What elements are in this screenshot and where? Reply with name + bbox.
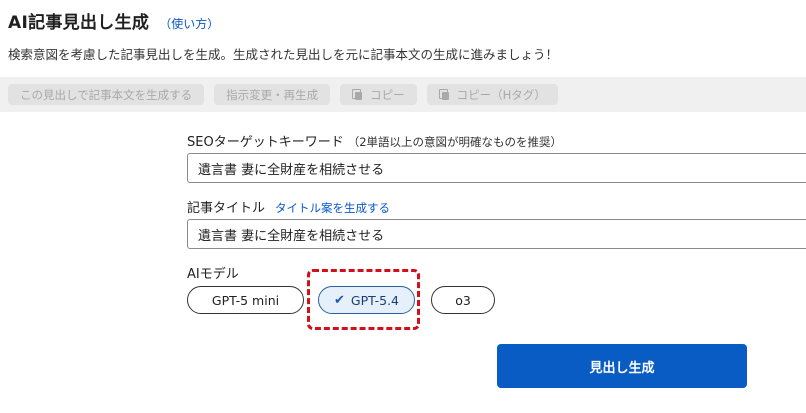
keyword-label: SEOターゲットキーワード xyxy=(187,135,344,150)
title-label-row: 記事タイトル タイトル案を生成する xyxy=(187,197,390,216)
copy-htag-button[interactable]: コピー（Hタグ） xyxy=(426,84,558,105)
title-value: 遺言書 妻に全財産を相続させる xyxy=(198,228,385,244)
help-link[interactable]: （使い方） xyxy=(159,15,219,32)
title-label: 記事タイトル xyxy=(187,201,266,216)
page-description: 検索意図を考慮した記事見出しを生成。生成された見出しを元に記事本文の生成に進みま… xyxy=(8,47,559,62)
title-input[interactable]: 遺言書 妻に全財産を相続させる xyxy=(187,219,806,249)
generate-body-label: この見出しで記事本文を生成する xyxy=(20,87,193,102)
model-option-gpt-5-4[interactable]: ✔ GPT-5.4 xyxy=(318,286,415,314)
page: AI記事見出し生成 （使い方） 検索意図を考慮した記事見出しを生成。生成された見… xyxy=(0,0,806,413)
copy-htag-label: コピー（Hタグ） xyxy=(456,87,546,102)
copy-icon xyxy=(438,89,449,100)
regenerate-label: 指示変更・再生成 xyxy=(226,87,319,102)
check-icon: ✔ xyxy=(333,292,345,308)
generate-body-button[interactable]: この見出しで記事本文を生成する xyxy=(8,84,205,105)
regenerate-button[interactable]: 指示変更・再生成 xyxy=(214,84,331,105)
model-option-label: o3 xyxy=(455,292,471,308)
keyword-input[interactable]: 遺言書 妻に全財産を相続させる xyxy=(187,153,806,183)
copy-button[interactable]: コピー xyxy=(340,84,417,105)
model-option-label: GPT-5.4 xyxy=(350,292,399,308)
toolbar: この見出しで記事本文を生成する 指示変更・再生成 コピー コピー（Hタグ） xyxy=(0,77,806,112)
generate-title-link[interactable]: タイトル案を生成する xyxy=(275,201,390,215)
model-option-gpt-5-mini[interactable]: GPT-5 mini xyxy=(187,286,304,314)
generate-headings-button[interactable]: 見出し生成 xyxy=(497,344,747,388)
model-option-o3[interactable]: o3 xyxy=(431,286,495,314)
keyword-hint: （2単語以上の意図が明確なものを推奨） xyxy=(347,135,563,149)
model-option-label: GPT-5 mini xyxy=(211,292,280,308)
model-label: AIモデル xyxy=(187,267,239,282)
keyword-value: 遺言書 妻に全財産を相続させる xyxy=(198,162,385,178)
copy-label: コピー xyxy=(370,87,405,102)
keyword-label-row: SEOターゲットキーワード （2単語以上の意図が明確なものを推奨） xyxy=(187,131,562,150)
model-selector: GPT-5 mini ✔ GPT-5.4 o3 xyxy=(187,286,495,314)
title-row: AI記事見出し生成 （使い方） xyxy=(8,8,219,33)
page-title: AI記事見出し生成 xyxy=(8,13,150,33)
copy-icon xyxy=(352,89,363,100)
